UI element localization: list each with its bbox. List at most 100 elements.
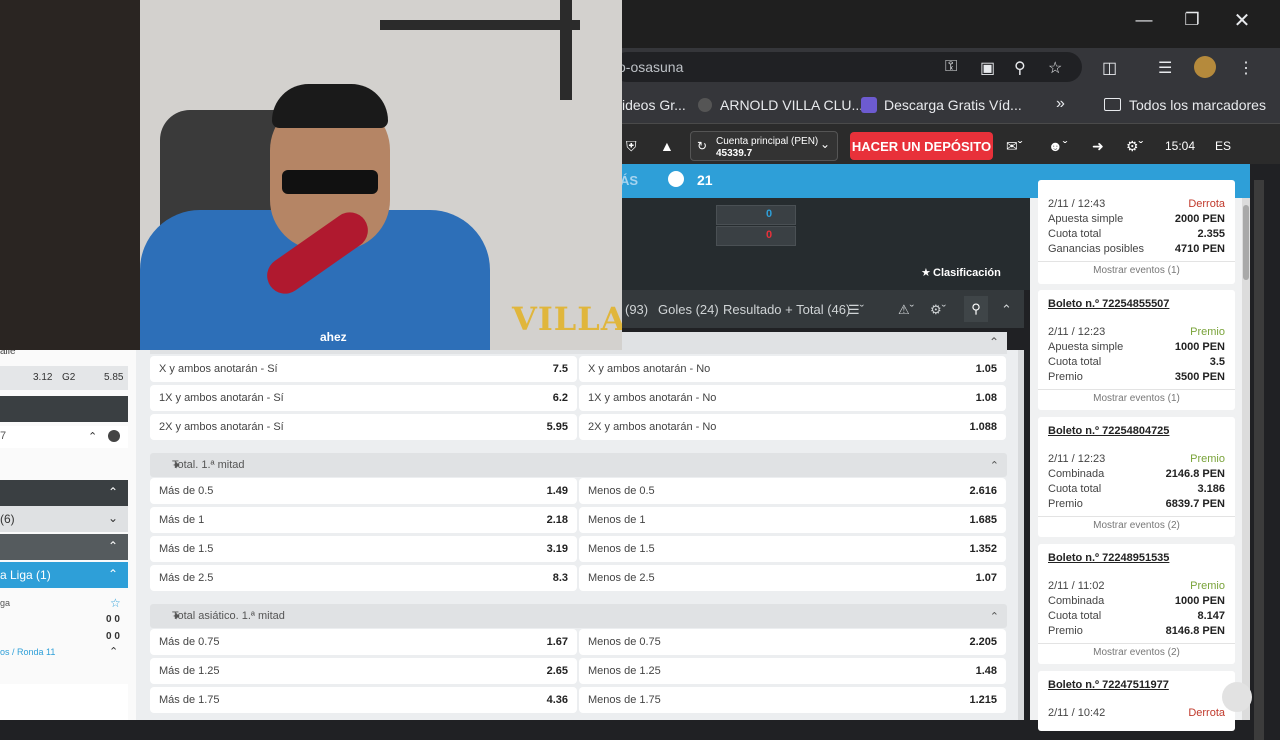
user-icon[interactable]: ☻ˇ bbox=[1048, 138, 1067, 154]
sidebar-row[interactable]: ⌃ bbox=[0, 480, 128, 506]
odds-cell[interactable]: Más de 1.5 3.19 bbox=[150, 536, 577, 562]
sidebar-row[interactable]: (6) ⌄ bbox=[0, 506, 128, 532]
ticket-title[interactable]: Boleto n.º 72254804725 bbox=[1048, 425, 1169, 437]
chevron-up-icon[interactable]: ⌃ bbox=[109, 645, 118, 658]
bookmark-item[interactable]: ideos Gr... bbox=[622, 97, 686, 113]
refresh-icon[interactable]: ↻ bbox=[697, 139, 707, 153]
star-icon[interactable]: ☆ bbox=[1048, 58, 1062, 78]
odds-cell[interactable]: Menos de 1 1.685 bbox=[579, 507, 1006, 533]
odd-value[interactable]: 5.85 bbox=[104, 372, 123, 383]
menu-icon[interactable]: ⋮ bbox=[1238, 58, 1254, 78]
mail-icon[interactable]: ✉ˇ bbox=[1006, 138, 1022, 155]
more-bookmarks-icon[interactable]: » bbox=[1056, 95, 1065, 113]
sidebar-row[interactable]: ⌃ bbox=[0, 534, 128, 560]
odds-cell[interactable]: Más de 2.5 8.3 bbox=[150, 565, 577, 591]
ticket-status: Premio bbox=[1190, 326, 1225, 338]
chevron-up-icon[interactable]: ⌃ bbox=[990, 610, 999, 623]
chevron-up-icon[interactable]: ⌃ bbox=[990, 459, 999, 472]
webcam-overlay: ahez VILLA bbox=[0, 0, 622, 350]
sunglasses bbox=[282, 170, 378, 194]
sidebar-section[interactable] bbox=[0, 396, 128, 422]
odds-cell[interactable]: Más de 0.5 1.49 bbox=[150, 478, 577, 504]
gear-icon[interactable]: ⚙ˇ bbox=[1126, 138, 1143, 155]
collapse-all-icon[interactable]: ⌃ bbox=[88, 430, 97, 443]
more-menu[interactable]: ÁS bbox=[620, 173, 638, 188]
minimize-icon[interactable]: — bbox=[1120, 0, 1168, 40]
ticket-title[interactable]: Boleto n.º 72247511977 bbox=[1048, 679, 1169, 691]
market-header-asian-half[interactable]: ✦ Total asiático. 1.ª mitad ⌃ bbox=[150, 604, 1007, 628]
odds-cell[interactable]: X y ambos anotarán - No 1.05 bbox=[579, 356, 1006, 382]
market-header-total-half[interactable]: ✦ Total. 1.ª mitad ⌃ bbox=[150, 453, 1007, 477]
bet-ticket[interactable]: 2/11 / 12:43 Derrota Apuesta simple 2000 PE… bbox=[1038, 180, 1235, 284]
round-info[interactable]: os / Ronda 11 bbox=[0, 647, 55, 657]
odds-cell[interactable]: Más de 1 2.18 bbox=[150, 507, 577, 533]
url-text[interactable]: o-osasuna bbox=[618, 59, 683, 75]
tab-resultado-total[interactable]: Resultado + Total (46) bbox=[723, 302, 850, 317]
show-events-link[interactable]: Mostrar eventos (1) bbox=[1038, 393, 1235, 404]
media-icon[interactable]: ☰ bbox=[1158, 58, 1172, 78]
odds-cell[interactable]: Menos de 1.5 1.352 bbox=[579, 536, 1006, 562]
bookmark-item[interactable]: Descarga Gratis Víd... bbox=[884, 97, 1022, 113]
odd-value[interactable]: 3.12 bbox=[33, 372, 52, 383]
odds-cell[interactable]: 2X y ambos anotarán - No 1.088 bbox=[579, 414, 1006, 440]
chat-user-icon[interactable] bbox=[1222, 682, 1252, 712]
search-icon[interactable]: ⚲ bbox=[964, 296, 988, 322]
scroll-thumb[interactable] bbox=[1243, 205, 1249, 280]
tab-goles[interactable]: Goles (24) bbox=[658, 302, 719, 317]
shield-icon[interactable]: ⛨ bbox=[626, 138, 637, 155]
restore-icon[interactable]: ❐ bbox=[1168, 0, 1216, 40]
favorite-star-icon[interactable]: ☆ bbox=[110, 596, 121, 610]
globe-icon[interactable] bbox=[108, 430, 120, 442]
odds-cell[interactable]: Menos de 1.75 1.215 bbox=[579, 687, 1006, 713]
bookmark-all[interactable]: Todos los marcadores bbox=[1129, 97, 1266, 113]
odds-cell[interactable]: 1X y ambos anotarán - Sí 6.2 bbox=[150, 385, 577, 411]
clock-time[interactable]: 15:04 bbox=[1165, 139, 1195, 153]
odds-cell[interactable]: 2X y ambos anotarán - Sí 5.95 bbox=[150, 414, 577, 440]
rocket-icon[interactable]: ▲ bbox=[660, 138, 674, 154]
show-events-link[interactable]: Mostrar eventos (1) bbox=[1038, 265, 1235, 276]
collapse-icon[interactable]: ⌃ bbox=[1001, 302, 1012, 318]
main-scrollbar[interactable] bbox=[1018, 350, 1024, 720]
ticket-row: Cuota total 2.355 bbox=[1048, 228, 1225, 242]
tab-all[interactable]: (93) bbox=[625, 302, 648, 317]
language-selector[interactable]: ES bbox=[1215, 139, 1231, 153]
odds-cell[interactable]: 1X y ambos anotarán - No 1.08 bbox=[579, 385, 1006, 411]
odds-label: Menos de 1.25 bbox=[588, 665, 661, 677]
close-icon[interactable]: ✕ bbox=[1218, 0, 1266, 40]
odds-cell[interactable]: X y ambos anotarán - Sí 7.5 bbox=[150, 356, 577, 382]
odds-label: 1X y ambos anotarán - Sí bbox=[159, 392, 284, 404]
show-events-link[interactable]: Mostrar eventos (2) bbox=[1038, 520, 1235, 531]
show-events-link[interactable]: Mostrar eventos (2) bbox=[1038, 647, 1235, 658]
logout-icon[interactable]: ➜ bbox=[1092, 138, 1104, 155]
avatar[interactable] bbox=[1194, 56, 1216, 78]
odds-cell[interactable]: Menos de 0.75 2.205 bbox=[579, 629, 1006, 655]
clasificacion-button[interactable]: Clasificación bbox=[933, 267, 1001, 279]
settings-icon[interactable]: ⚙ˇ bbox=[930, 302, 946, 318]
bet-ticket[interactable]: Boleto n.º 72254804725 2/11 / 12:23 Premio… bbox=[1038, 417, 1235, 537]
extensions-icon[interactable]: ◫ bbox=[1102, 58, 1117, 78]
odds-cell[interactable]: Menos de 2.5 1.07 bbox=[579, 565, 1006, 591]
bet-ticket[interactable]: Boleto n.º 72254855507 2/11 / 12:23 Premio… bbox=[1038, 290, 1235, 410]
odds-cell[interactable]: Menos de 1.25 1.48 bbox=[579, 658, 1006, 684]
ticket-row-label: Ganancias posibles bbox=[1048, 243, 1145, 255]
bet-ticket[interactable]: Boleto n.º 72248951535 2/11 / 11:02 Premio… bbox=[1038, 544, 1235, 664]
odds-value: 1.352 bbox=[969, 543, 997, 555]
browser-scrollbar[interactable] bbox=[1254, 180, 1264, 740]
bookmark-item[interactable]: ARNOLD VILLA CLU... bbox=[720, 97, 863, 113]
ticket-title[interactable]: Boleto n.º 72254855507 bbox=[1048, 298, 1169, 310]
ticket-row-label: Cuota total bbox=[1048, 483, 1102, 495]
bell-icon[interactable]: ⚠ˇ bbox=[898, 302, 914, 318]
odds-cell[interactable]: Más de 0.75 1.67 bbox=[150, 629, 577, 655]
zoom-icon[interactable]: ⚲ bbox=[1014, 58, 1026, 78]
ticket-title[interactable]: Boleto n.º 72248951535 bbox=[1048, 552, 1169, 564]
sidebar-liga[interactable]: a Liga (1) ⌃ bbox=[0, 562, 128, 588]
install-icon[interactable]: ▣ bbox=[980, 58, 995, 78]
bet-ticket[interactable]: Boleto n.º 72247511977 2/11 / 10:42 Derrot… bbox=[1038, 671, 1235, 731]
list-view-icon[interactable]: ☰ˇ bbox=[848, 302, 864, 318]
odds-label: Menos de 2.5 bbox=[588, 572, 655, 584]
odds-cell[interactable]: Menos de 0.5 2.616 bbox=[579, 478, 1006, 504]
key-icon[interactable]: ⚿ bbox=[945, 58, 957, 76]
odds-cell[interactable]: Más de 1.75 4.36 bbox=[150, 687, 577, 713]
odds-cell[interactable]: Más de 1.25 2.65 bbox=[150, 658, 577, 684]
deposit-button[interactable]: HACER UN DEPÓSITO bbox=[850, 132, 993, 160]
